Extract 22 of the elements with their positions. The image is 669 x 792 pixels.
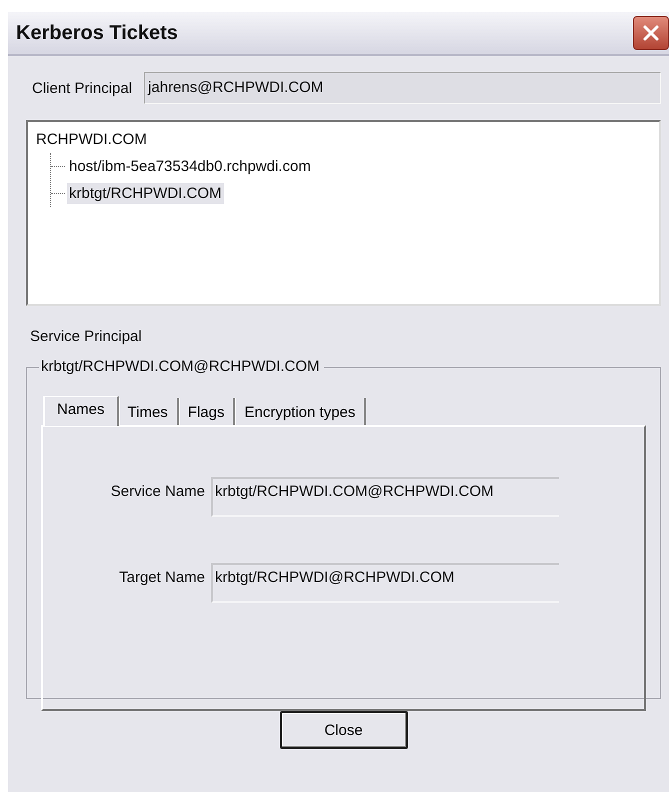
tab[interactable]: Flags xyxy=(178,398,236,425)
close-button[interactable] xyxy=(633,16,669,50)
field-label: Service Name xyxy=(110,482,206,500)
close-icon xyxy=(642,24,660,42)
tree-item[interactable]: RCHPWDI.COM xyxy=(34,129,149,150)
text-field[interactable]: krbtgt/RCHPWDI@RCHPWDI.COM xyxy=(211,563,559,603)
close-dialog-button[interactable]: Close xyxy=(280,711,408,749)
text-field[interactable]: krbtgt/RCHPWDI.COM@RCHPWDI.COM xyxy=(211,477,559,517)
tree-view[interactable]: RCHPWDI.COM host/ibm-5ea73534db0.rchpwdi.com krbtgt/RCHPWDI.COM xyxy=(26,120,661,306)
section-label: Service Principal xyxy=(30,328,143,345)
group-title: krbtgt/RCHPWDI.COM@RCHPWDI.COM xyxy=(39,358,324,375)
field-label: Client Principal xyxy=(31,80,132,96)
tree-connector xyxy=(51,193,65,194)
field-label: Target Name xyxy=(118,568,206,586)
tree-item[interactable]: krbtgt/RCHPWDI.COM xyxy=(67,183,224,204)
client-principal-field[interactable]: jahrens@RCHPWDI.COM xyxy=(144,72,661,104)
tab[interactable]: Encryption types xyxy=(235,398,366,425)
tree-connector xyxy=(51,166,65,167)
tab[interactable]: Names xyxy=(43,396,119,426)
tab[interactable]: Times xyxy=(118,398,179,425)
tree-item[interactable]: host/ibm-5ea73534db0.rchpwdi.com xyxy=(67,156,313,177)
window-title: Kerberos Tickets xyxy=(16,22,178,44)
